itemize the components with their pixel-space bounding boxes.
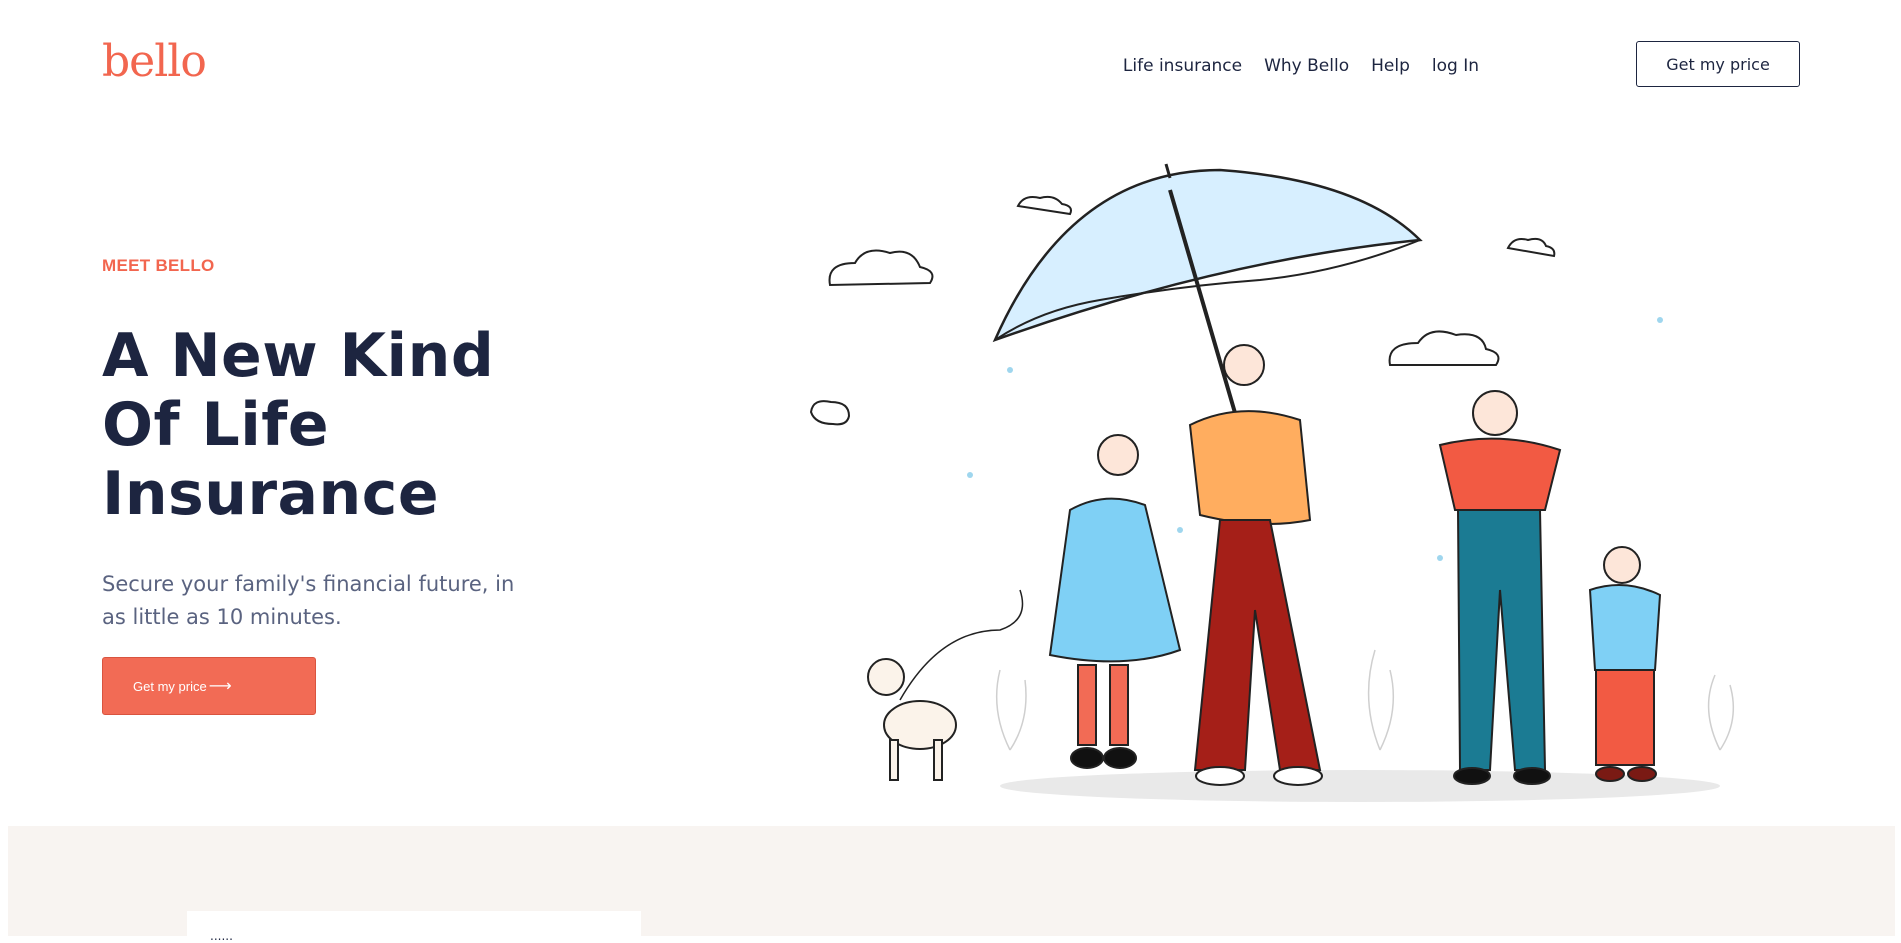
get-my-price-nav-button[interactable]: Get my price: [1636, 41, 1800, 87]
hero-headline: A New Kind Of Life Insurance: [102, 322, 582, 529]
woman-figure: [1438, 390, 1562, 785]
dog-leash: [899, 589, 1024, 701]
nav-help[interactable]: Help: [1371, 41, 1410, 91]
family-umbrella-illustration: [809, 163, 1735, 802]
headline-line-2: Of Life: [102, 390, 330, 460]
arrow-right-icon: ⟶: [208, 678, 232, 695]
boy-figure: [1588, 546, 1662, 782]
nav-why-bello[interactable]: Why Bello: [1264, 41, 1349, 91]
feature-card-text: ......: [210, 929, 233, 943]
feature-card: ......: [187, 911, 641, 943]
girl-figure: [1048, 434, 1182, 769]
man-figure: [1188, 344, 1323, 786]
nav-life-insurance[interactable]: Life insurance: [1123, 41, 1242, 91]
headline-line-1: A New Kind: [102, 321, 495, 391]
bello-logo[interactable]: bello: [102, 40, 207, 84]
get-my-price-hero-button[interactable]: Get my price ⟶: [102, 657, 316, 715]
hero-eyebrow: MEET BELLO: [102, 256, 215, 275]
nav-log-in[interactable]: log In: [1432, 41, 1479, 91]
dog-figure: [867, 658, 957, 781]
main-nav: Life insurance Why Bello Help log In: [1123, 41, 1501, 91]
hero-cta-label: Get my price: [133, 678, 207, 694]
hero-subtext: Secure your family's financial future, i…: [102, 572, 515, 629]
headline-line-3: Insurance: [102, 459, 440, 529]
